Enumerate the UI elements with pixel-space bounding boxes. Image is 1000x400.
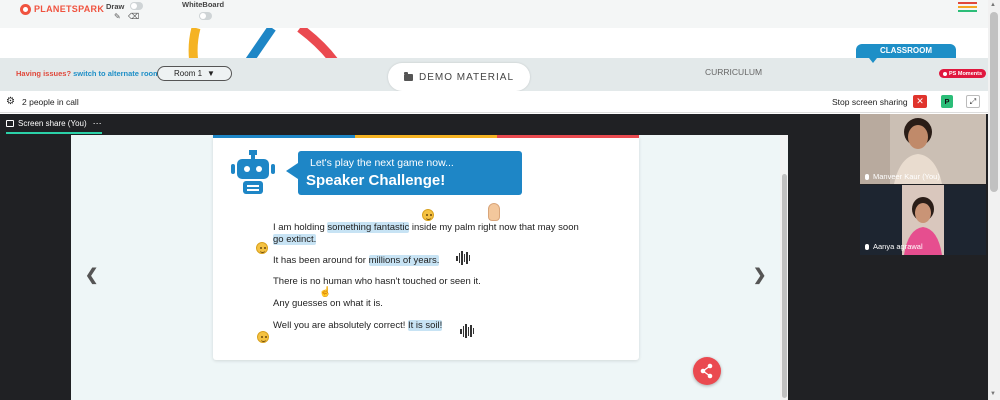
share-icon — [700, 363, 713, 379]
audio-wave-icon — [456, 251, 470, 265]
p-button[interactable]: P — [941, 95, 953, 108]
whiteboard-toggle[interactable] — [199, 12, 212, 20]
issues-label: Having issues? — [16, 69, 72, 78]
planetspark-logo[interactable]: PLANETSPARK — [20, 2, 104, 16]
demo-material-button[interactable]: DEMO MATERIAL — [388, 63, 530, 91]
room-select[interactable]: Room 1 ▼ — [157, 66, 232, 81]
participant-tile[interactable]: Aanya agrawal — [860, 185, 986, 255]
curriculum-tab[interactable]: CURRICULUM — [705, 67, 762, 77]
participant-name: Manveer Kaur (You) — [865, 172, 940, 181]
hamburger-icon[interactable] — [958, 2, 977, 12]
story-line-5: Well you are absolutely correct! It is s… — [273, 320, 443, 331]
top-header — [0, 0, 988, 28]
share-button[interactable] — [693, 357, 721, 385]
stop-sharing-label: Stop screen sharing — [832, 97, 908, 107]
screen-icon — [6, 119, 14, 127]
mic-icon — [865, 173, 869, 180]
room-select-value: Room 1 — [174, 69, 203, 78]
folder-icon — [403, 71, 413, 81]
story-line-1-cont: go extinct. — [273, 234, 317, 245]
participant-name-label: Manveer Kaur (You) — [873, 172, 940, 181]
participant-name-label: Aanya agrawal — [873, 242, 923, 251]
planet-logo-icon — [20, 3, 31, 15]
worried-emoji-icon — [256, 242, 268, 254]
classroom-tab[interactable]: CLASSROOM — [856, 44, 956, 63]
record-dot-icon — [943, 71, 947, 76]
expand-icon[interactable]: ⤢ — [966, 95, 980, 108]
story-line-2: It has been around for millions of years… — [273, 255, 440, 266]
story-line-3: There is no human who hasn't touched or … — [273, 276, 481, 287]
highlight: go extinct. — [273, 234, 317, 245]
next-slide-icon[interactable]: ❯ — [753, 265, 766, 285]
ear-icon — [488, 203, 500, 221]
mic-icon — [865, 243, 869, 250]
ps-moments-button[interactable]: PS Moments — [939, 69, 987, 78]
scroll-down-icon[interactable]: ▼ — [990, 391, 996, 397]
robot-icon — [231, 150, 275, 194]
dropdown-arrow-icon: ▼ — [207, 69, 215, 78]
screen-share-tab[interactable]: Screen share (You) ⋯ — [6, 114, 102, 134]
highlight: It is soil! — [408, 320, 443, 331]
slide-color-stripe — [213, 135, 639, 138]
story-line-4: Any guesses on what it is. — [273, 298, 383, 309]
draw-toggle[interactable] — [130, 2, 143, 10]
classroom-page: PLANETSPARK Draw ✎ ⌫ WhiteBoard Having i… — [0, 0, 1000, 400]
happy-emoji-icon — [257, 331, 269, 343]
story-text: I am holding — [273, 222, 328, 233]
story-text: It has been around for — [273, 255, 369, 266]
banner-subtitle: Let's play the next game now... — [310, 157, 454, 169]
issues-text: Having issues? switch to alternate room — [16, 69, 160, 78]
previous-slide-icon[interactable]: ❮ — [85, 265, 98, 285]
highlight: millions of years. — [368, 255, 440, 266]
stop-sharing-button[interactable]: ✕ — [913, 95, 927, 108]
eraser-icon[interactable]: ⌫ — [128, 13, 139, 21]
whiteboard-label: WhiteBoard — [182, 0, 225, 9]
scroll-up-icon[interactable]: ▲ — [990, 2, 996, 8]
banner-title: Speaker Challenge! — [306, 172, 446, 189]
gear-icon[interactable]: ⚙ — [6, 97, 15, 107]
screen-share-label: Screen share (You) — [18, 118, 87, 128]
alternate-room-link[interactable]: switch to alternate room — [73, 69, 160, 78]
story-line-1: I am holding something fantastic inside … — [273, 222, 579, 233]
ps-moments-label: PS Moments — [949, 70, 983, 77]
audio-wave-icon — [460, 324, 474, 338]
demo-material-label: DEMO MATERIAL — [418, 71, 515, 83]
story-text: Well you are absolutely correct! — [273, 320, 408, 331]
pencil-icon[interactable]: ✎ — [114, 13, 121, 21]
highlight: something fantastic — [327, 222, 410, 233]
participant-name: Aanya agrawal — [865, 242, 923, 251]
participant-tile[interactable]: Manveer Kaur (You) — [860, 114, 986, 184]
shared-scrollbar-thumb[interactable] — [782, 174, 787, 398]
logo-text: PLANETSPARK — [34, 4, 105, 14]
people-count: 2 people in call — [22, 97, 79, 107]
hand-cursor-icon: ☝ — [319, 287, 332, 298]
draw-label: Draw — [106, 2, 125, 11]
page-scrollbar-thumb[interactable] — [990, 12, 998, 192]
smile-emoji-icon — [422, 209, 434, 221]
story-text: inside my palm right now that may soon — [409, 222, 579, 233]
more-options-icon[interactable]: ⋯ — [93, 118, 102, 129]
